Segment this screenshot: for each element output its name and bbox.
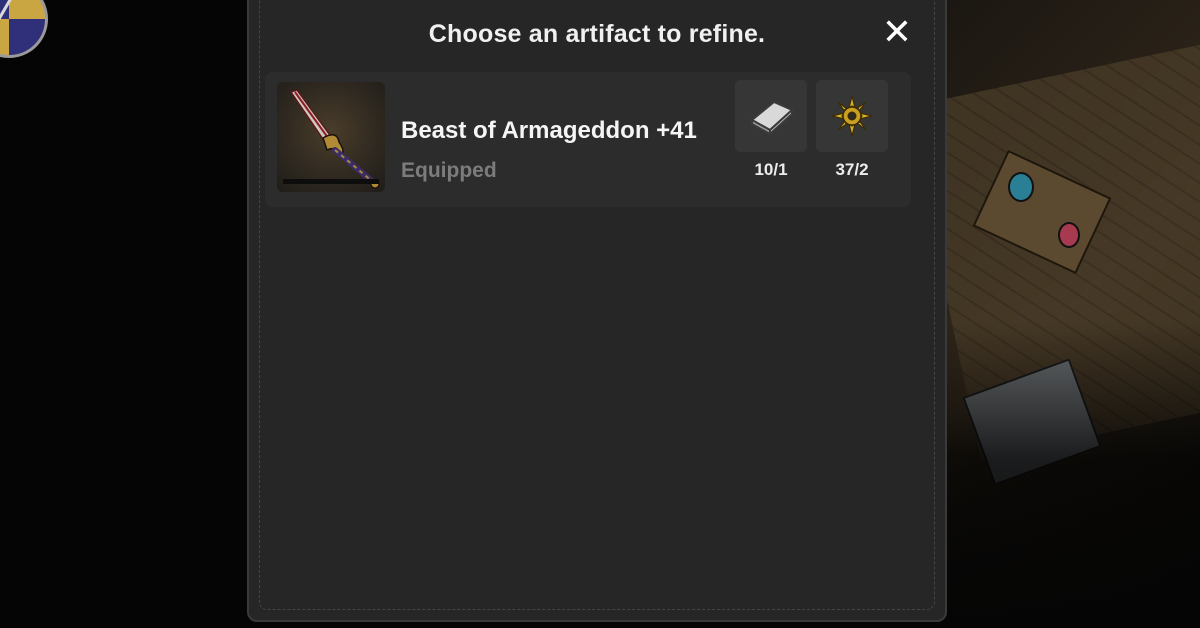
shadow-overlay: [930, 320, 1200, 628]
game-scene-background: [930, 0, 1200, 628]
golden-gear-icon: [831, 95, 873, 137]
material-item-2[interactable]: 37/2: [816, 80, 888, 180]
compass-needle: [0, 0, 16, 20]
close-icon: ✕: [881, 11, 913, 52]
thumb-base-bar: [283, 179, 379, 184]
material-slot[interactable]: [816, 80, 888, 152]
dagger-icon[interactable]: [277, 82, 385, 192]
artifact-name: Beast of Armageddon +41: [401, 117, 697, 144]
artifact-list-item[interactable]: Beast of Armageddon +41 Equipped 10/1 37…: [265, 72, 911, 207]
material-slot[interactable]: [735, 80, 807, 152]
dialog-title: Choose an artifact to refine.: [428, 20, 766, 48]
compass-widget[interactable]: [0, 0, 48, 58]
close-button[interactable]: ✕: [877, 12, 917, 52]
material-count: 10/1: [754, 160, 788, 179]
blue-potion-flask: [1008, 172, 1034, 202]
dialog-header: Choose an artifact to refine. ✕: [249, 2, 945, 66]
silver-ingot-icon: [750, 100, 794, 136]
dagger-icon-graphic: [289, 89, 380, 189]
red-potion-flask: [1058, 222, 1080, 248]
refine-dialog: Choose an artifact to refine. ✕ Beast of…: [247, 0, 947, 622]
artifact-status: Equipped: [401, 159, 497, 182]
material-count: 37/2: [835, 160, 869, 179]
material-item-1[interactable]: 10/1: [735, 80, 807, 180]
